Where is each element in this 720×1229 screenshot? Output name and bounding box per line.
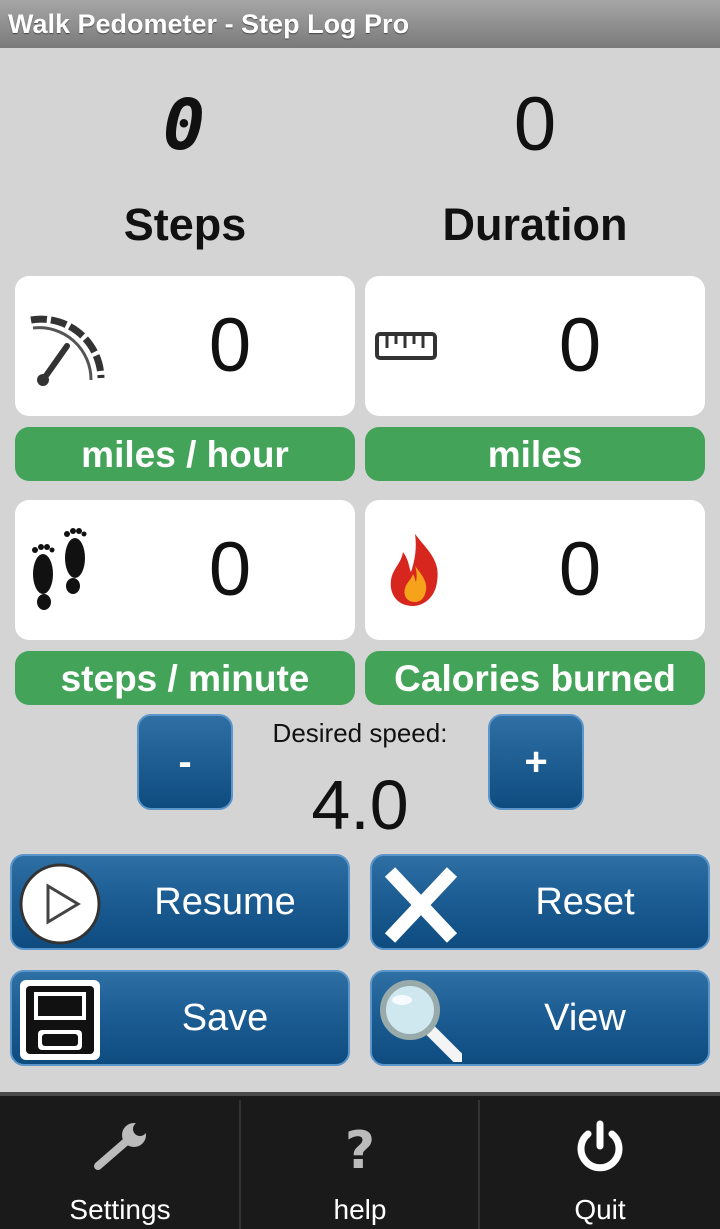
reset-button[interactable]: Reset xyxy=(370,854,710,950)
settings-label: Settings xyxy=(69,1194,171,1225)
svg-text:?: ? xyxy=(345,1121,375,1176)
desired-speed-value: 4.0 xyxy=(311,766,409,844)
magnifier-icon xyxy=(378,978,464,1064)
distance-unit-label: miles xyxy=(365,427,705,481)
distance-card: 0 xyxy=(365,276,705,416)
distance-value: 0 xyxy=(558,303,602,388)
speed-unit-label: miles / hour xyxy=(15,427,355,481)
app-title-bar: Walk Pedometer - Step Log Pro xyxy=(0,0,720,48)
close-icon xyxy=(378,862,462,946)
resume-button[interactable]: Resume xyxy=(10,854,350,950)
reset-label: Reset xyxy=(535,881,635,923)
calories-card: 0 xyxy=(365,500,705,640)
help-tab[interactable]: ? help xyxy=(240,1096,480,1229)
view-button[interactable]: View xyxy=(370,970,710,1066)
help-label: help xyxy=(333,1194,387,1225)
quit-tab[interactable]: Quit xyxy=(480,1096,720,1229)
cadence-unit-label: steps / minute xyxy=(15,651,355,705)
steps-label: Steps xyxy=(123,199,247,250)
app-title: Walk Pedometer - Step Log Pro xyxy=(8,9,410,39)
play-icon xyxy=(18,862,102,946)
speed-value: 0 xyxy=(208,303,252,388)
increase-speed-button[interactable]: + xyxy=(488,714,584,810)
wrench-icon xyxy=(88,1120,152,1176)
power-icon xyxy=(568,1120,632,1176)
speedometer-icon xyxy=(25,306,105,386)
speed-card: 0 xyxy=(15,276,355,416)
steps-counter: 0 xyxy=(162,84,208,166)
ruler-icon xyxy=(375,306,455,386)
calories-value: 0 xyxy=(558,527,602,612)
save-label: Save xyxy=(181,997,269,1039)
question-mark-icon: ? xyxy=(328,1120,392,1181)
settings-tab[interactable]: Settings xyxy=(0,1096,240,1229)
bottom-nav: Settings ? help Quit xyxy=(0,1092,720,1229)
decrease-speed-button[interactable]: - xyxy=(137,714,233,810)
resume-label: Resume xyxy=(154,881,296,923)
footprints-icon xyxy=(25,528,105,610)
save-button[interactable]: Save xyxy=(10,970,350,1066)
view-label: View xyxy=(544,997,626,1039)
quit-label: Quit xyxy=(574,1194,626,1225)
desired-speed-label: Desired speed: xyxy=(272,718,448,748)
flame-icon xyxy=(375,530,455,610)
floppy-disk-icon xyxy=(18,978,102,1062)
calories-unit-label: Calories burned xyxy=(365,651,705,705)
cadence-card: 0 xyxy=(15,500,355,640)
duration-counter: 0 xyxy=(513,82,557,167)
cadence-value: 0 xyxy=(208,527,252,612)
duration-label: Duration xyxy=(442,199,628,250)
